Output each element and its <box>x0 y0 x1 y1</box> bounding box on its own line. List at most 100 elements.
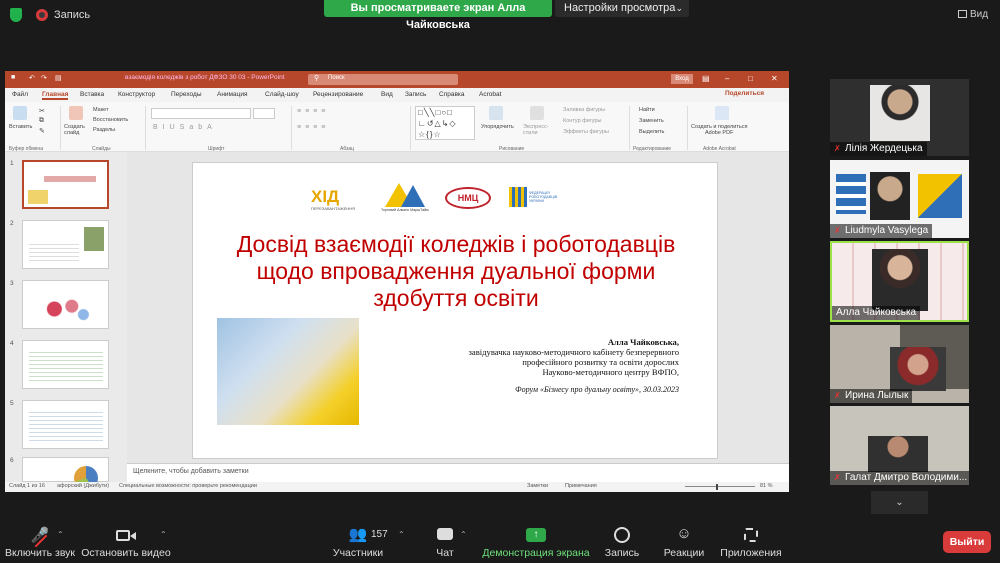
participants-button[interactable]: Участники <box>333 547 383 559</box>
tab-record[interactable]: Запись <box>405 91 426 98</box>
maximize-icon[interactable]: □ <box>748 74 753 83</box>
unmute-button[interactable]: Включить звук <box>5 547 75 559</box>
tab-help[interactable]: Справка <box>439 91 465 98</box>
apps-icon[interactable] <box>744 528 758 542</box>
undo-icon[interactable]: ↶ <box>29 74 35 82</box>
reactions-button[interactable]: Реакции <box>664 547 705 559</box>
record-icon[interactable] <box>614 527 630 543</box>
align-icons[interactable]: ≡≡≡≡ <box>297 124 329 131</box>
arrange-button[interactable]: Упорядочить <box>481 124 514 130</box>
leave-meeting-button[interactable]: Выйти <box>943 531 991 553</box>
ribbon-display-icon[interactable]: ▤ <box>702 74 710 83</box>
tab-slideshow[interactable]: Слайд-шоу <box>265 91 299 98</box>
chat-button[interactable]: Чат <box>436 547 453 559</box>
status-language[interactable]: афорский (Джибути) <box>57 483 109 489</box>
view-options-dropdown[interactable]: Настройки просмотра ⌄ <box>555 0 689 17</box>
arrange-icon[interactable] <box>489 106 503 120</box>
participant-tile-2[interactable]: ✗ Liudmyla Vasylega <box>830 160 969 238</box>
tab-design[interactable]: Конструктор <box>118 91 155 98</box>
create-pdf-button[interactable]: Создать и поделиться Adobe PDF <box>691 124 747 136</box>
ppt-search-input[interactable]: ⚲ Поиск <box>308 74 458 85</box>
view-button[interactable]: Вид <box>958 9 988 20</box>
quick-styles-icon[interactable] <box>530 106 544 120</box>
slide-thumbnail-4[interactable] <box>22 340 109 389</box>
audio-options-caret-icon[interactable]: ⌃ <box>57 530 64 539</box>
divider <box>60 106 61 150</box>
quick-styles-button[interactable]: Экспресс- стили <box>523 124 549 136</box>
participant-name: Лілія Жердецька <box>845 143 923 154</box>
share-screen-icon[interactable]: ↑ <box>526 528 546 542</box>
find-button[interactable]: Найти <box>639 107 655 113</box>
font-name-select[interactable] <box>151 108 251 119</box>
share-screen-button[interactable]: Демонстрация экрана <box>482 547 589 559</box>
tab-view[interactable]: Вид <box>381 91 393 98</box>
status-accessibility[interactable]: Специальные возможности: проверьте реком… <box>119 483 257 489</box>
slide-thumbnail-1[interactable] <box>22 160 109 209</box>
minimize-icon[interactable]: – <box>725 74 729 83</box>
shape-outline-button[interactable]: Контур фигуры <box>563 118 601 124</box>
quick-access-icon[interactable]: ▤ <box>55 74 62 82</box>
font-format-icons[interactable]: BIUSabA <box>153 124 217 131</box>
tab-insert[interactable]: Вставка <box>80 91 104 98</box>
paste-button[interactable]: Вставить <box>9 124 32 130</box>
notes-pane[interactable]: Щелкните, чтобы добавить заметки <box>127 463 789 482</box>
video-camera-icon[interactable] <box>116 530 130 541</box>
tab-review[interactable]: Рецензирование <box>313 91 363 98</box>
tab-home[interactable]: Главная <box>42 91 69 100</box>
copy-icon[interactable]: ⧉ <box>39 117 44 125</box>
share-button[interactable]: Поделиться <box>725 90 764 97</box>
tab-animation[interactable]: Анимация <box>217 91 248 98</box>
chat-icon[interactable] <box>437 528 453 540</box>
slide-thumbnail-3[interactable] <box>22 280 109 329</box>
participant-tile-1[interactable]: ✗ Лілія Жердецька <box>830 79 969 156</box>
participants-caret-icon[interactable]: ⌃ <box>398 530 405 539</box>
stop-video-button[interactable]: Остановить видео <box>81 547 170 559</box>
tab-transitions[interactable]: Переходы <box>171 91 202 98</box>
participant-tile-4[interactable]: ✗ Ирина Лылык <box>830 325 969 403</box>
replace-button[interactable]: Заменить <box>639 118 664 124</box>
participant-tile-5[interactable]: ✗ Галат Дмитро Володими... <box>830 406 969 485</box>
more-participants-chevron-icon[interactable]: ⌄ <box>871 491 928 514</box>
ppt-signin-button[interactable]: Вход <box>671 74 693 84</box>
layout-button[interactable]: Макет <box>93 107 109 113</box>
paste-icon[interactable] <box>13 106 27 120</box>
video-options-caret-icon[interactable]: ⌃ <box>160 530 167 539</box>
chat-caret-icon[interactable]: ⌃ <box>460 530 467 539</box>
zoom-slider-thumb[interactable] <box>716 484 718 490</box>
current-slide[interactable]: ХІД ПЕРЕЗАВАНТАЖЕННЯ Торговий Альянс Мар… <box>192 162 718 459</box>
slide-thumbnail-2[interactable] <box>22 220 109 269</box>
zoom-slider[interactable] <box>685 486 755 487</box>
adobe-pdf-icon[interactable] <box>715 106 729 120</box>
slide-thumbnail-6[interactable] <box>22 457 109 490</box>
record-button[interactable]: Запись <box>605 547 639 559</box>
select-button[interactable]: Выделить <box>639 129 664 135</box>
status-notes-button[interactable]: Заметки <box>527 483 548 489</box>
new-slide-button[interactable]: Создать слайд <box>64 124 85 136</box>
status-comments-button[interactable]: Примечания <box>565 483 597 489</box>
participant-name-bar: ✗ Галат Дмитро Володими... <box>830 471 969 485</box>
slide-thumbnail-5[interactable] <box>22 400 109 449</box>
participants-icon[interactable]: 👥 <box>349 525 368 543</box>
reset-button[interactable]: Восстановить <box>93 117 128 123</box>
apps-button[interactable]: Приложения <box>720 547 781 559</box>
security-shield-icon[interactable] <box>10 8 22 22</box>
close-icon[interactable]: ✕ <box>771 74 778 83</box>
tab-file[interactable]: Файл <box>12 91 28 98</box>
autosave-icon[interactable]: ■ <box>11 74 15 81</box>
participant-tile-3-active-speaker[interactable]: Алла Чайковська <box>830 241 969 322</box>
participant-video <box>870 85 930 141</box>
cut-icon[interactable]: ✂ <box>39 107 45 115</box>
shapes-gallery[interactable]: □╲╲□○□ ∟↺△↳◇ ☆{}☆ <box>415 106 475 140</box>
shape-effects-button[interactable]: Эффекты фигуры <box>563 129 609 135</box>
sections-button[interactable]: Разделы <box>93 127 115 133</box>
redo-icon[interactable]: ↷ <box>41 74 47 82</box>
shape-fill-button[interactable]: Заливка фигуры <box>563 107 605 113</box>
paragraph-icons[interactable]: ≡≡≡≡ <box>297 108 329 115</box>
tab-acrobat[interactable]: Acrobat <box>479 91 501 98</box>
grid-icon <box>958 10 967 18</box>
format-painter-icon[interactable]: ✎ <box>39 127 45 135</box>
reactions-icon[interactable]: ☺ <box>676 525 691 542</box>
new-slide-icon[interactable] <box>69 106 83 120</box>
recording-label: Запись <box>54 9 91 21</box>
font-size-select[interactable] <box>253 108 275 119</box>
